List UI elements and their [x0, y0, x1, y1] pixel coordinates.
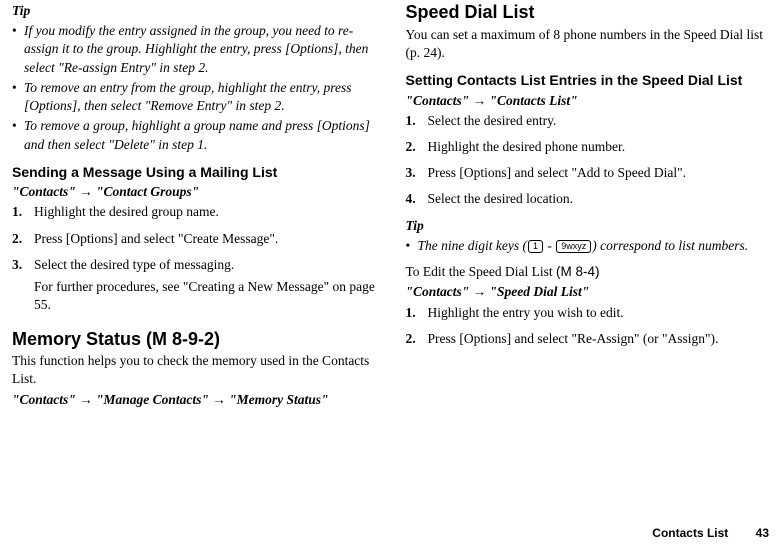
- subheading-code: (M 8-4): [556, 264, 600, 279]
- step-text: Highlight the entry you wish to edit.: [428, 304, 772, 322]
- speed-dial-body: You can set a maximum of 8 phone numbers…: [406, 26, 772, 62]
- step-text: Select the desired entry.: [428, 112, 772, 130]
- step-text: Select the desired type of messaging.: [34, 256, 378, 274]
- nav-path: "Contacts" → "Manage Contacts" → "Memory…: [12, 391, 378, 409]
- step-number: 3.: [406, 164, 428, 182]
- step-number: 2.: [406, 138, 428, 156]
- memory-status-heading: Memory Status (M 8-9-2): [12, 329, 378, 351]
- step-item: 2. Press [Options] and select "Re-Assign…: [406, 330, 772, 348]
- step-number: 1.: [406, 304, 428, 322]
- tip-text-mid: -: [544, 238, 555, 253]
- step-item: 3. Press [Options] and select "Add to Sp…: [406, 164, 772, 182]
- step-item: 2. Highlight the desired phone number.: [406, 138, 772, 156]
- step-text: Press [Options] and select "Re-Assign" (…: [428, 330, 772, 348]
- step-number: 1.: [12, 203, 34, 221]
- step-number: 2.: [12, 230, 34, 248]
- key-icon-1: 1: [528, 240, 543, 253]
- bullet-mark: •: [12, 117, 24, 153]
- bullet-mark: •: [406, 237, 418, 255]
- bullet-mark: •: [12, 79, 24, 115]
- step-item: 2. Press [Options] and select "Create Me…: [12, 230, 378, 248]
- subheading-text: To Edit the Speed Dial List: [406, 264, 557, 279]
- tip-bullet: • To remove a group, highlight a group n…: [12, 117, 378, 153]
- tip-heading: Tip: [12, 2, 378, 20]
- step-item: 4. Select the desired location.: [406, 190, 772, 208]
- bullet-text: To remove an entry from the group, highl…: [24, 79, 378, 115]
- bullet-text: The nine digit keys (1 - 9wxyz) correspo…: [418, 237, 772, 255]
- step-item: 1. Highlight the desired group name.: [12, 203, 378, 221]
- step-text: Press [Options] and select "Add to Speed…: [428, 164, 772, 182]
- page-footer: Contacts List 43: [652, 525, 769, 541]
- step-number: 2.: [406, 330, 428, 348]
- step-subtext: For further procedures, see "Creating a …: [34, 278, 378, 314]
- tip-bullet: • To remove an entry from the group, hig…: [12, 79, 378, 115]
- step-number: 1.: [406, 112, 428, 130]
- heading-text: Memory Status: [12, 329, 146, 349]
- tip-bullet: • The nine digit keys (1 - 9wxyz) corres…: [406, 237, 772, 255]
- nav-path: "Contacts" → "Contacts List": [406, 92, 772, 110]
- memory-status-body: This function helps you to check the mem…: [12, 352, 378, 388]
- step-number: 4.: [406, 190, 428, 208]
- setting-entries-heading: Setting Contacts List Entries in the Spe…: [406, 72, 772, 90]
- tip-text-post: ) correspond to list numbers.: [592, 238, 748, 253]
- footer-page-number: 43: [756, 526, 769, 540]
- step-item: 1. Highlight the entry you wish to edit.: [406, 304, 772, 322]
- step-text: Press [Options] and select "Create Messa…: [34, 230, 378, 248]
- mailing-list-heading: Sending a Message Using a Mailing List: [12, 164, 378, 182]
- bullet-mark: •: [12, 22, 24, 77]
- key-icon-9: 9wxyz: [556, 240, 591, 253]
- nav-path: "Contacts" → "Speed Dial List": [406, 283, 772, 301]
- step-item: 1. Select the desired entry.: [406, 112, 772, 130]
- speed-dial-heading: Speed Dial List: [406, 2, 772, 24]
- right-column: Speed Dial List You can set a maximum of…: [406, 2, 772, 411]
- step-text: Highlight the desired phone number.: [428, 138, 772, 156]
- step-text: Highlight the desired group name.: [34, 203, 378, 221]
- bullet-text: If you modify the entry assigned in the …: [24, 22, 378, 77]
- bullet-text: To remove a group, highlight a group nam…: [24, 117, 378, 153]
- nav-path: "Contacts" → "Contact Groups": [12, 183, 378, 201]
- left-column: Tip • If you modify the entry assigned i…: [12, 2, 378, 411]
- step-number: 3.: [12, 256, 34, 274]
- heading-code: (M 8-9-2): [146, 329, 220, 349]
- tip-text-pre: The nine digit keys (: [418, 238, 527, 253]
- footer-section-title: Contacts List: [652, 526, 728, 540]
- edit-speed-dial-heading: To Edit the Speed Dial List (M 8-4): [406, 263, 772, 281]
- tip-bullet: • If you modify the entry assigned in th…: [12, 22, 378, 77]
- tip-heading: Tip: [406, 217, 772, 235]
- step-text: Select the desired location.: [428, 190, 772, 208]
- step-item: 3. Select the desired type of messaging.: [12, 256, 378, 274]
